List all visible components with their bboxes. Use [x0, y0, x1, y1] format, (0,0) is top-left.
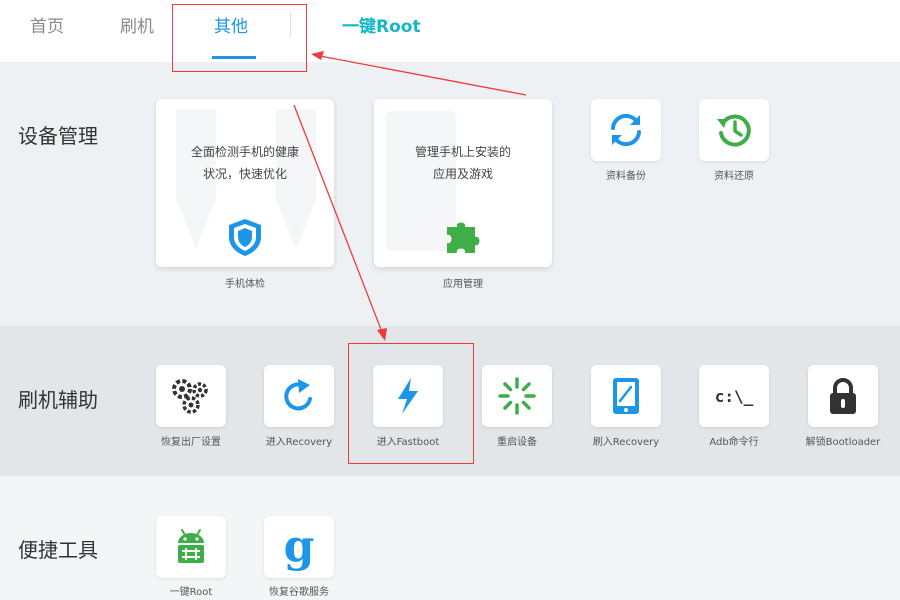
section-title-flash-assist: 刷机辅助 — [18, 388, 98, 412]
checkup-card[interactable]: 全面检测手机的健康 状况，快速优化 — [156, 99, 334, 267]
one-click-root-label: 一键Root — [169, 587, 213, 598]
factory-reset-label: 恢复出厂设置 — [161, 437, 221, 448]
highlight-box-fastboot — [348, 343, 474, 464]
refresh-icon — [280, 377, 318, 415]
google-icon: g — [283, 521, 315, 572]
unlock-bootloader-tile[interactable] — [808, 365, 878, 427]
enter-recovery-tile[interactable] — [264, 365, 334, 427]
adb-command-label: Adb命令行 — [709, 437, 759, 448]
restore-google-services-label: 恢复谷歌服务 — [269, 587, 329, 598]
terminal-icon: c:\_ — [714, 386, 754, 406]
tab-home[interactable]: 首页 — [30, 12, 64, 37]
restore-label: 资料还原 — [714, 171, 754, 182]
spinner-icon — [497, 376, 537, 416]
apps-desc-line1: 管理手机上安装的 — [414, 145, 511, 159]
section-title-tools: 便捷工具 — [18, 538, 98, 562]
checkup-desc-line1: 全面检测手机的健康 — [190, 145, 299, 159]
apps-desc-line2: 应用及游戏 — [432, 167, 493, 181]
checkup-desc-line2: 状况，快速优化 — [202, 167, 287, 181]
backup-tile[interactable] — [591, 99, 661, 161]
android-icon — [171, 527, 211, 567]
app-management-card[interactable]: 管理手机上安装的 应用及游戏 — [374, 99, 552, 267]
flash-recovery-label: 刷入Recovery — [592, 437, 660, 448]
tablet-icon — [609, 376, 643, 416]
restore-tile[interactable] — [699, 99, 769, 161]
puzzle-icon — [443, 219, 483, 255]
factory-reset-tile[interactable] — [156, 365, 226, 427]
unlock-bootloader-label: 解锁Bootloader — [805, 437, 881, 448]
adb-command-tile[interactable]: c:\_ — [699, 365, 769, 427]
reboot-device-label: 重启设备 — [497, 437, 537, 448]
top-nav: 首页 刷机 其他 一键Root — [0, 0, 900, 62]
enter-recovery-label: 进入Recovery — [265, 437, 333, 448]
section-title-device-management: 设备管理 — [18, 124, 98, 148]
gears-icon — [169, 376, 213, 416]
tab-flash[interactable]: 刷机 — [120, 12, 154, 37]
shield-icon — [226, 217, 264, 257]
app-management-label: 应用管理 — [443, 279, 483, 290]
sync-icon — [607, 111, 645, 149]
lock-icon — [826, 376, 860, 416]
restore-google-services-tile[interactable]: g — [264, 516, 334, 578]
reboot-device-tile[interactable] — [482, 365, 552, 427]
clock-restore-icon — [715, 111, 753, 149]
tools-section: 便捷工具 一键Root g 恢复谷歌服务 — [0, 476, 900, 600]
checkup-label: 手机体检 — [225, 279, 265, 290]
highlight-box-other-tab — [172, 4, 307, 72]
backup-label: 资料备份 — [606, 171, 646, 182]
one-click-root-tile[interactable] — [156, 516, 226, 578]
flash-recovery-tile[interactable] — [591, 365, 661, 427]
device-management-section: 设备管理 全面检测手机的健康 状况，快速优化 手机体检 管理手机上安装的 应用及… — [0, 62, 900, 326]
tab-one-click-root[interactable]: 一键Root — [342, 12, 421, 37]
